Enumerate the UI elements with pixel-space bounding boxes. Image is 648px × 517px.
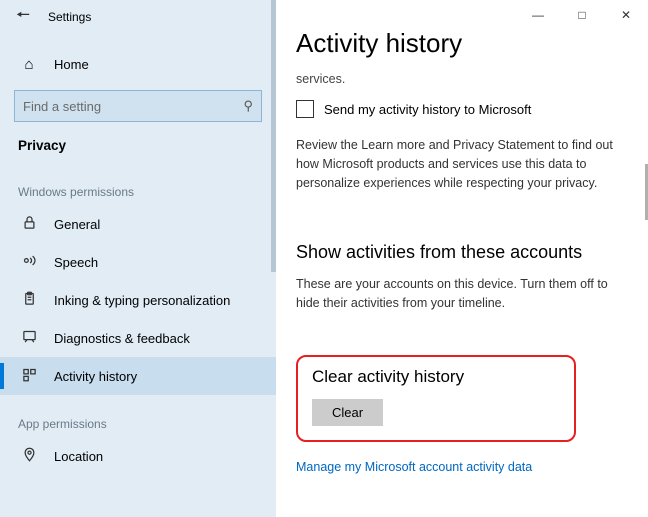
nav-item-inking[interactable]: Inking & typing personalization — [0, 281, 276, 319]
home-label: Home — [54, 57, 89, 72]
search-input[interactable] — [23, 99, 243, 114]
nav-label: Diagnostics & feedback — [54, 331, 190, 346]
nav-item-general[interactable]: General — [0, 205, 276, 243]
nav-label: General — [54, 217, 100, 232]
app-title: Settings — [48, 10, 91, 24]
sidebar: 🠔 Settings ⌂ Home ⚲ Privacy Windows perm… — [0, 0, 276, 517]
activity-icon — [18, 367, 40, 386]
nav-item-diagnostics[interactable]: Diagnostics & feedback — [0, 319, 276, 357]
maximize-button[interactable]: □ — [560, 0, 604, 30]
review-text: Review the Learn more and Privacy Statem… — [296, 136, 628, 192]
minimize-button[interactable]: ― — [516, 0, 560, 30]
send-history-checkbox-row[interactable]: Send my activity history to Microsoft — [296, 100, 628, 118]
nav-item-location[interactable]: Location — [0, 437, 276, 475]
minimize-icon: ― — [532, 8, 544, 22]
accounts-heading: Show activities from these accounts — [296, 242, 628, 263]
feedback-icon — [18, 329, 40, 348]
search-box[interactable]: ⚲ — [14, 90, 262, 122]
maximize-icon: □ — [578, 8, 585, 22]
nav-item-speech[interactable]: Speech — [0, 243, 276, 281]
clipboard-icon — [18, 291, 40, 310]
window-controls: ― □ ✕ — [516, 0, 648, 30]
checkbox-label: Send my activity history to Microsoft — [324, 102, 531, 117]
search-icon: ⚲ — [243, 98, 253, 114]
lock-icon — [18, 215, 40, 234]
checkbox-icon[interactable] — [296, 100, 314, 118]
section-app-permissions: App permissions — [0, 395, 276, 437]
back-button[interactable]: 🠔 — [8, 2, 38, 32]
section-windows-permissions: Windows permissions — [0, 163, 276, 205]
home-icon: ⌂ — [18, 56, 40, 73]
truncated-text: services. — [296, 72, 628, 86]
content-pane: ― □ ✕ Activity history services. Send my… — [276, 0, 648, 517]
clear-button[interactable]: Clear — [312, 399, 383, 426]
nav-item-activity-history[interactable]: Activity history — [0, 357, 276, 395]
nav-label: Inking & typing personalization — [54, 293, 230, 308]
close-icon: ✕ — [621, 8, 631, 22]
clear-heading: Clear activity history — [312, 367, 560, 387]
nav-label: Activity history — [54, 369, 137, 384]
titlebar: 🠔 Settings — [0, 0, 276, 34]
home-nav[interactable]: ⌂ Home — [0, 46, 276, 82]
nav-label: Location — [54, 449, 103, 464]
scroll-area: services. Send my activity history to Mi… — [276, 72, 648, 517]
nav-category-title: Privacy — [0, 122, 276, 163]
manage-activity-link[interactable]: Manage my Microsoft account activity dat… — [296, 460, 628, 474]
back-arrow-icon: 🠔 — [16, 4, 30, 31]
location-icon — [18, 447, 40, 466]
nav-label: Speech — [54, 255, 98, 270]
clear-activity-history-box: Clear activity history Clear — [296, 355, 576, 442]
speech-icon — [18, 253, 40, 272]
close-button[interactable]: ✕ — [604, 0, 648, 30]
accounts-text: These are your accounts on this device. … — [296, 275, 628, 313]
